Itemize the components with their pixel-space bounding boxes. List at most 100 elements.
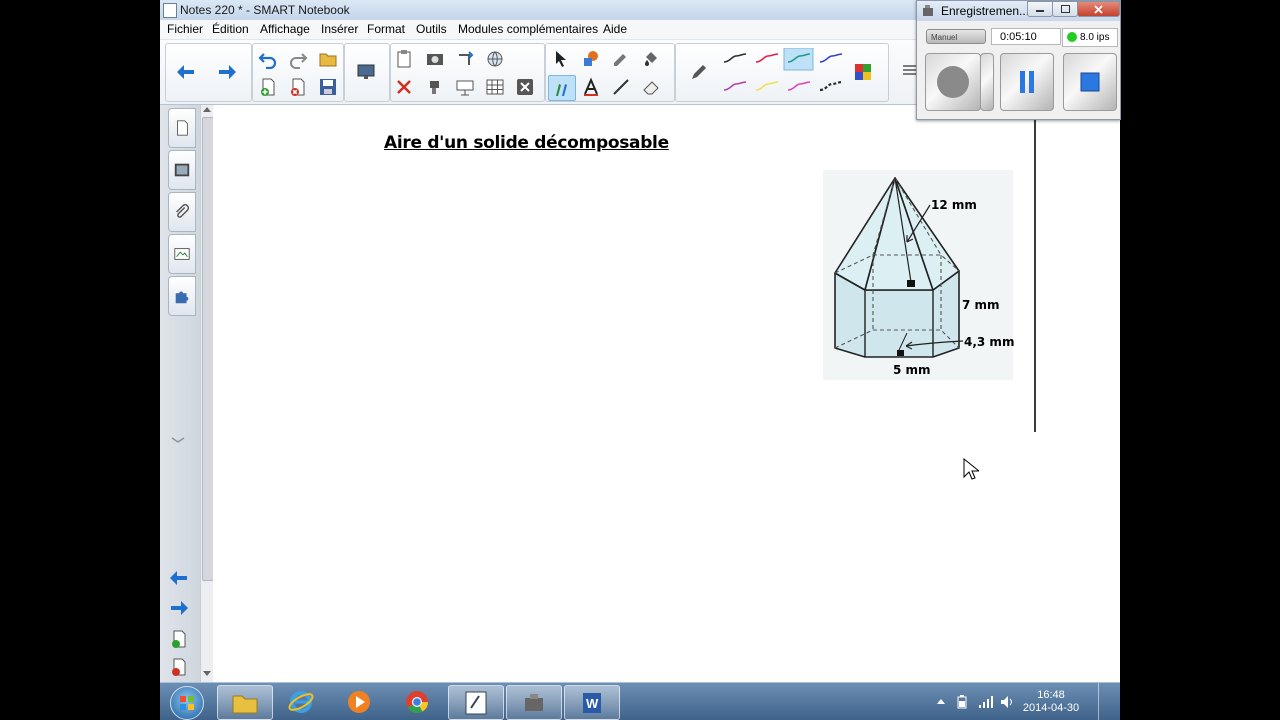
show-desktop-button[interactable] — [1098, 683, 1120, 720]
screen-capture-button[interactable] — [422, 47, 448, 71]
next-page-button[interactable] — [214, 60, 240, 84]
taskbar-internet-explorer[interactable] — [274, 685, 328, 718]
whiteboard-page[interactable]: Aire d'un solide décomposable 12 mm 7 mm… — [213, 105, 1120, 682]
menu-affichage[interactable]: Affichage — [260, 22, 310, 36]
elapsed-time: 0:05:10 — [991, 28, 1061, 45]
taskbar-explorer[interactable] — [217, 685, 273, 720]
eraser-tool[interactable] — [638, 75, 664, 99]
text-a-icon — [584, 77, 598, 96]
collapse-arrows-icon[interactable] — [170, 435, 186, 449]
scroll-up-icon[interactable] — [203, 107, 211, 112]
pen-swatch[interactable] — [787, 81, 811, 91]
pencil-icon — [692, 65, 706, 79]
rotate-button[interactable] — [452, 47, 478, 71]
redo-icon — [290, 53, 308, 69]
status-dot-icon — [1067, 32, 1077, 42]
save-button[interactable] — [315, 75, 341, 99]
paste-button[interactable] — [391, 47, 417, 71]
sidebar-add-page-button[interactable] — [169, 629, 189, 652]
pen-stroke-icon — [755, 53, 779, 63]
pen-swatch[interactable] — [755, 53, 779, 63]
taskbar-chrome[interactable] — [390, 685, 444, 718]
redo-button[interactable] — [285, 47, 311, 71]
table-button[interactable] — [482, 75, 508, 99]
properties-icon — [174, 248, 190, 260]
scroll-down-icon[interactable] — [203, 671, 211, 676]
pen-swatch[interactable] — [819, 80, 843, 92]
screen-shade-button[interactable] — [353, 60, 379, 84]
close-icon — [1094, 4, 1103, 14]
clear-button[interactable] — [512, 75, 538, 99]
show-hidden-icons-icon[interactable] — [936, 697, 946, 705]
taskbar-recorder[interactable] — [506, 685, 562, 720]
taskbar-word[interactable]: W — [564, 685, 620, 720]
pen-swatch[interactable] — [755, 81, 779, 91]
web-button[interactable] — [482, 47, 508, 71]
maximize-button[interactable] — [1052, 1, 1078, 17]
battery-icon[interactable] — [957, 695, 967, 709]
close-button[interactable] — [1077, 1, 1120, 17]
open-file-button[interactable] — [315, 47, 341, 71]
properties-tab[interactable] — [168, 234, 196, 274]
attachments-tab[interactable] — [168, 192, 196, 232]
label-side: 5 mm — [893, 363, 931, 377]
delete-page-button[interactable] — [285, 75, 311, 99]
menu-aide[interactable]: Aide — [603, 22, 627, 36]
sidebar-prev-page-button[interactable] — [167, 568, 191, 591]
select-tool[interactable] — [548, 47, 574, 71]
mouse-cursor-icon — [963, 458, 979, 480]
pause-button[interactable] — [1000, 53, 1054, 111]
addons-tab[interactable] — [168, 276, 196, 316]
arrow-right-icon — [171, 601, 188, 615]
taskbar-smart-notebook[interactable] — [448, 685, 504, 720]
menu-outils[interactable]: Outils — [416, 22, 447, 36]
sidebar-delete-page-button[interactable] — [169, 657, 189, 680]
minimize-button[interactable] — [1027, 1, 1053, 17]
pen-type-button[interactable] — [686, 60, 712, 84]
previous-page-button[interactable] — [173, 60, 199, 84]
sidebar-next-page-button[interactable] — [167, 598, 191, 621]
add-page-icon — [172, 630, 186, 648]
delete-page-icon — [291, 78, 305, 96]
recording-mode-select[interactable]: Manuel — [926, 29, 986, 44]
menu-fichier[interactable]: Fichier — [167, 22, 203, 36]
document-camera-button[interactable] — [422, 75, 448, 99]
add-page-button[interactable] — [255, 75, 281, 99]
shapes-tool[interactable] — [578, 47, 604, 71]
line-tool[interactable] — [608, 75, 634, 99]
minimize-icon — [1036, 10, 1044, 12]
network-icon[interactable] — [978, 695, 994, 709]
menu-edition[interactable]: Édition — [212, 22, 249, 36]
delete-button[interactable] — [391, 75, 417, 99]
menu-modules[interactable]: Modules complémentaires — [458, 22, 598, 36]
menu-format[interactable]: Format — [367, 22, 405, 36]
gallery-tab[interactable] — [168, 150, 196, 190]
start-button[interactable] — [170, 686, 204, 720]
magic-pen-tool[interactable] — [608, 47, 634, 71]
pen-tool[interactable] — [548, 75, 576, 101]
colour-palette-button[interactable] — [850, 60, 876, 84]
camera-icon — [525, 693, 543, 711]
recorder-title-bar: Enregistremen... — [917, 1, 1120, 21]
vertical-scrollbar[interactable] — [200, 105, 214, 682]
delete-page-icon — [172, 658, 186, 676]
undo-icon — [258, 53, 277, 69]
edit-group — [252, 43, 344, 102]
menu-inserer[interactable]: Insérer — [321, 22, 358, 36]
pen-swatch[interactable] — [819, 53, 843, 63]
undo-button[interactable] — [255, 47, 281, 71]
pen-swatch[interactable] — [723, 81, 747, 91]
pages-icon — [177, 120, 188, 136]
pen-swatch[interactable] — [783, 48, 814, 71]
text-tool[interactable] — [578, 75, 604, 99]
volume-icon[interactable] — [1000, 695, 1016, 709]
pen-swatch[interactable] — [723, 53, 747, 63]
page-sorter-tab[interactable] — [168, 108, 196, 148]
stop-button[interactable] — [1063, 53, 1117, 111]
record-button[interactable] — [925, 53, 981, 111]
clock[interactable]: 16:48 2014-04-30 — [1020, 689, 1082, 715]
taskbar-media-player[interactable] — [332, 685, 386, 718]
record-options-button[interactable] — [980, 53, 994, 111]
screen-shade-toggle-button[interactable] — [452, 75, 478, 99]
fill-tool[interactable] — [638, 47, 664, 71]
